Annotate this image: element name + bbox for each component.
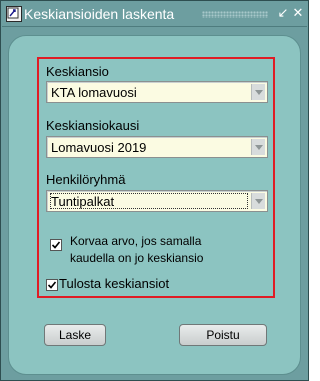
chevron-down-icon <box>254 90 263 95</box>
keskiansio-value: KTA lomavuosi <box>51 85 137 100</box>
minimize-icon[interactable]: ↙ <box>277 6 289 20</box>
kausi-label: Keskiansiokausi <box>46 118 140 133</box>
tulosta-checkbox[interactable] <box>46 279 58 291</box>
parameters-panel: Keskiansio KTA lomavuosi Keskiansiokausi… <box>37 57 275 298</box>
title-bar[interactable]: Keskiansioiden laskenta ↙ ✕ <box>2 2 307 27</box>
kausi-select[interactable]: Lomavuosi 2019 <box>46 136 268 158</box>
chevron-down-icon <box>254 145 263 150</box>
kausi-dropdown-button[interactable] <box>251 139 265 155</box>
henkiloryhma-label: Henkilöryhmä <box>46 172 126 187</box>
korvaa-label-line2: kaudella on jo keskiansio <box>70 251 204 265</box>
dialog-content: Keskiansio KTA lomavuosi Keskiansiokausi… <box>8 35 301 375</box>
henkiloryhma-dropdown-button[interactable] <box>251 193 265 209</box>
henkiloryhma-select[interactable]: Tuntipalkat <box>46 190 268 212</box>
keskiansio-dropdown-button[interactable] <box>251 84 265 100</box>
korvaa-label-line1: Korvaa arvo, jos samalla <box>70 234 202 248</box>
checkmark-icon <box>47 281 57 289</box>
window-title: Keskiansioiden laskenta <box>24 6 175 22</box>
checkmark-icon <box>51 241 61 249</box>
app-icon[interactable] <box>6 6 22 22</box>
poistu-button[interactable]: Poistu <box>179 324 267 346</box>
keskiansio-label: Keskiansio <box>46 64 109 79</box>
title-grip <box>202 11 268 18</box>
keskiansio-select[interactable]: KTA lomavuosi <box>46 81 268 103</box>
kausi-value: Lomavuosi 2019 <box>51 140 147 155</box>
close-icon[interactable]: ✕ <box>292 6 304 20</box>
henkiloryhma-value: Tuntipalkat <box>51 194 115 209</box>
laske-button[interactable]: Laske <box>44 324 106 346</box>
dialog-window: Keskiansioiden laskenta ↙ ✕ Keskiansio K… <box>0 0 309 381</box>
korvaa-checkbox[interactable] <box>50 239 62 251</box>
tulosta-label: Tulosta keskiansiot <box>59 276 170 291</box>
chevron-down-icon <box>254 199 263 204</box>
